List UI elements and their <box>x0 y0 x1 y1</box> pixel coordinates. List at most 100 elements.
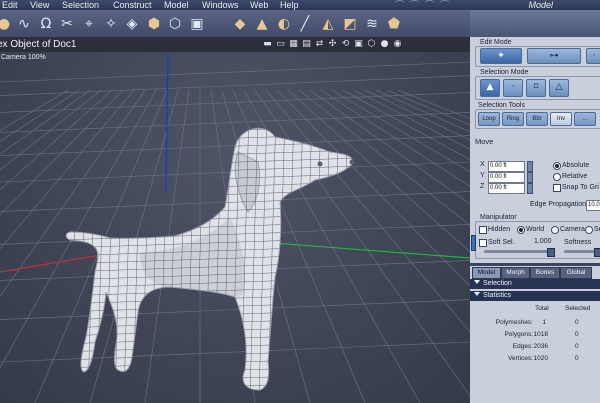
single-view-icon[interactable]: ▬ <box>262 39 273 50</box>
stat-row-label: Vertices: <box>508 355 533 362</box>
hidden-checkbox[interactable] <box>479 226 487 234</box>
x-spinner[interactable] <box>527 161 533 172</box>
stat-row-selected: 0 <box>575 331 579 338</box>
world-label: World <box>526 226 545 233</box>
snap-grid-checkbox[interactable] <box>553 184 561 192</box>
ring-button[interactable]: Ring <box>502 112 524 126</box>
edit-mode-extra-icon[interactable]: · <box>586 48 600 64</box>
camera-radio[interactable] <box>551 226 559 234</box>
pen-tool-icon[interactable]: ╱ <box>295 14 315 34</box>
smooth-tool-icon[interactable]: ✧ <box>101 14 121 34</box>
menu-web[interactable]: Web <box>250 0 268 10</box>
mesh-edge <box>66 325 353 337</box>
mesh-edge <box>52 112 60 397</box>
mesh-edge <box>66 128 70 391</box>
soft-selection-knob[interactable] <box>547 248 555 257</box>
bezier-tool-icon[interactable]: ∿ <box>14 14 34 34</box>
tab-morph[interactable]: Morph <box>501 267 530 279</box>
lathe-tool-icon[interactable]: ⬡ <box>165 14 185 34</box>
room-model-label[interactable]: Model <box>528 0 553 10</box>
z-spinner[interactable] <box>527 183 533 194</box>
grid-view-icon[interactable]: ▤ <box>301 39 312 50</box>
stats-header-total: Total <box>535 305 549 312</box>
grid-line <box>331 89 470 173</box>
stats-header-selected: Selected <box>565 305 591 312</box>
rotate-icon[interactable]: ⟲ <box>340 39 351 50</box>
dual-view-icon[interactable]: ▭ <box>275 39 286 50</box>
selection-section-header[interactable]: Selection <box>470 279 600 289</box>
ball-tool-icon[interactable]: ◐ <box>274 14 294 34</box>
boolean-tool-icon[interactable]: ▣ <box>187 14 207 34</box>
menu-construct[interactable]: Construct <box>113 0 152 10</box>
edge-propagation-field[interactable]: 10.0 <box>586 200 600 211</box>
relative-radio[interactable] <box>553 173 561 181</box>
soft-selection-checkbox[interactable] <box>479 239 487 247</box>
knife-tool-icon[interactable]: ⌖ <box>79 14 99 34</box>
menu-selection[interactable]: Selection <box>62 0 99 10</box>
brush-select-icon[interactable]: △ <box>549 79 569 97</box>
extrude-tool-icon[interactable]: ⬢ <box>144 14 164 34</box>
loop-button[interactable]: Loop <box>478 112 500 126</box>
menu-help[interactable]: Help <box>280 0 299 10</box>
y-spinner[interactable] <box>527 172 533 183</box>
mesh-edge <box>60 118 360 128</box>
grid-line <box>375 89 470 133</box>
statistics-section-label: Statistics <box>483 292 512 299</box>
lasso-select-icon[interactable]: · <box>503 79 523 97</box>
tab-global[interactable]: Global <box>560 267 592 279</box>
mesh-edge <box>66 365 353 377</box>
magnet-tool-icon[interactable]: Ω <box>36 14 56 34</box>
mesh-edge <box>66 373 353 385</box>
mesh-edge <box>60 110 360 120</box>
z-field[interactable]: 0.00 ft <box>488 183 525 194</box>
invert-button[interactable]: Inv <box>550 112 572 126</box>
y-field[interactable]: 0.00 ft <box>488 172 525 183</box>
menu-edit[interactable]: Edit <box>2 0 18 10</box>
cube-tool-icon[interactable]: ◆ <box>230 14 250 34</box>
scissors-tool-icon[interactable]: ✂ <box>57 14 77 34</box>
mesh-edge <box>348 128 353 391</box>
menu-windows[interactable]: Windows <box>202 0 239 10</box>
viewport-canvas[interactable] <box>0 52 470 403</box>
mesh-edge <box>66 317 353 329</box>
document-title: ex Object of Doc1 <box>0 39 77 50</box>
soft-selection-slider[interactable] <box>484 250 552 253</box>
model-viewport[interactable]: Camera 100% <box>0 52 470 403</box>
mesh-edge <box>66 197 353 209</box>
mesh-edge <box>66 189 353 201</box>
tool-bar: ● ∿ Ω ✂ ⌖ ✧ ◈ ⬢ ⬡ ▣ ◆ ▲ ◐ ╱ ◭ ◩ ≋ ⬟ <box>0 10 470 37</box>
pattern-tool-icon[interactable]: ≋ <box>362 14 382 34</box>
smooth-mode-icon[interactable]: ● <box>379 39 390 50</box>
quad-view-icon[interactable]: ▦ <box>288 39 299 50</box>
screen-radio[interactable] <box>585 226 593 234</box>
pan-icon[interactable]: ✣ <box>327 39 338 50</box>
panel-drag-handle[interactable] <box>471 235 476 251</box>
pointer-select-icon[interactable]: ▲ <box>480 79 500 97</box>
tab-model[interactable]: Model <box>472 267 501 279</box>
lit-mode-icon[interactable]: ◉ <box>392 39 403 50</box>
dolly-icon[interactable]: ⇄ <box>314 39 325 50</box>
room-tabs-decoration: ⌒⌒⌒⌒ <box>395 0 456 10</box>
vertex-mode-icon[interactable]: ✦ <box>480 48 522 64</box>
shape-tool-icon[interactable]: ◭ <box>318 14 338 34</box>
more-button[interactable]: ... <box>574 112 596 126</box>
wire-mode-icon[interactable]: ⬡ <box>366 39 377 50</box>
stat-row-total: 1018 <box>533 331 548 338</box>
primitive-tool-icon[interactable]: ◩ <box>340 14 360 34</box>
border-button[interactable]: Bbr <box>526 112 548 126</box>
world-radio[interactable] <box>517 226 525 234</box>
tab-bones[interactable]: Bones <box>530 267 560 279</box>
volume-tool-icon[interactable]: ⬟ <box>384 14 404 34</box>
bevel-tool-icon[interactable]: ◈ <box>122 14 142 34</box>
rect-select-icon[interactable]: ⌑ <box>526 79 546 97</box>
sphere-tool-icon[interactable]: ● <box>0 14 14 34</box>
x-field[interactable]: 0.00 ft <box>488 161 525 172</box>
menu-view[interactable]: View <box>30 0 49 10</box>
shaded-mode-icon[interactable]: ▣ <box>353 39 364 50</box>
box-tool-icon[interactable]: ▲ <box>252 14 272 34</box>
statistics-section-header[interactable]: Statistics <box>470 291 600 301</box>
absolute-radio[interactable] <box>553 162 561 170</box>
object-mode-icon[interactable]: ⊶ <box>527 48 581 64</box>
softness-knob[interactable] <box>594 248 600 257</box>
menu-model[interactable]: Model <box>164 0 189 10</box>
